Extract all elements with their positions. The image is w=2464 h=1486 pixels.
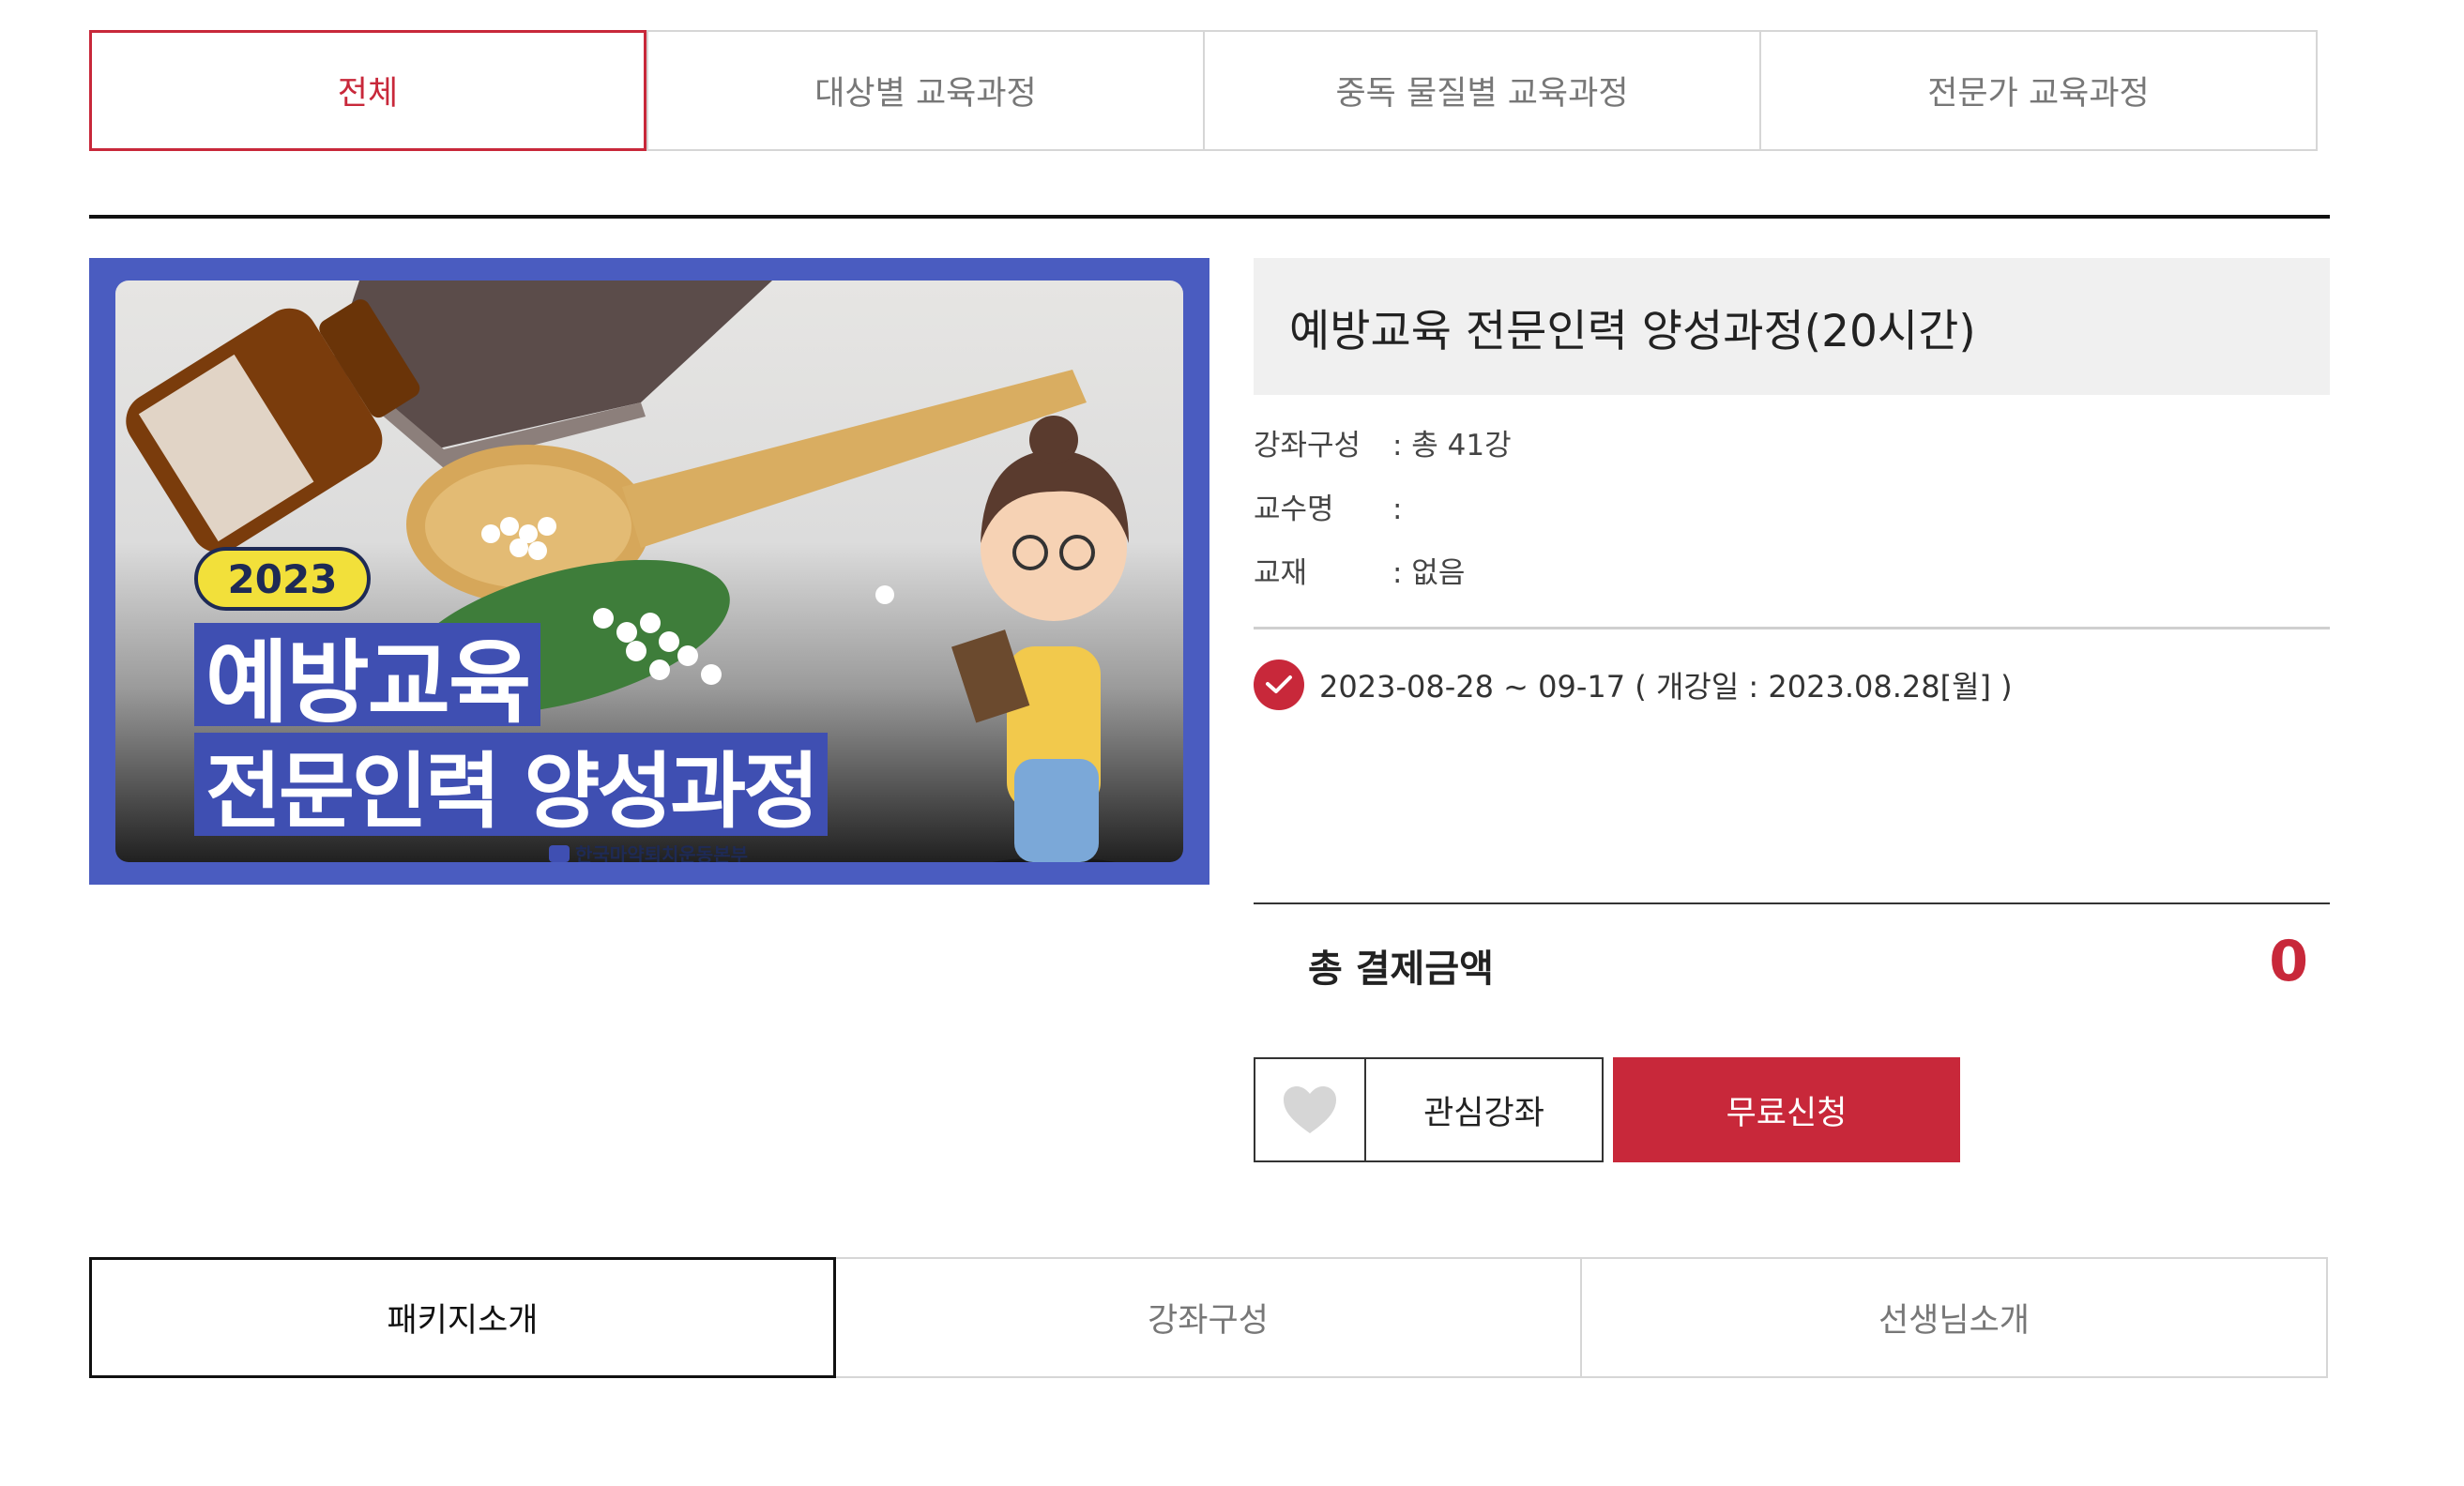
org-logo-icon xyxy=(549,844,570,862)
headline-line2-text: 전문인력 양성과정 xyxy=(205,742,819,840)
headline-line1-text: 예방교육 xyxy=(205,629,531,735)
info-row-lectures: 강좌구성 : 총 41강 xyxy=(1254,427,1512,464)
thumbnail-headline-line1: 예방교육 xyxy=(194,623,541,735)
free-apply-button[interactable]: 무료신청 xyxy=(1613,1057,1960,1162)
course-period: 2023-08-28 ~ 09-17 ( 개강일 : 2023.08.28[월]… xyxy=(1254,659,2013,711)
tab-by-substance[interactable]: 중독 물질별 교육과정 xyxy=(1203,30,1761,151)
tab-by-substance-label: 중독 물질별 교육과정 xyxy=(1335,75,1629,113)
tab-all[interactable]: 전체 xyxy=(89,30,646,151)
check-icon xyxy=(1254,660,1304,710)
info-label: 강좌구성 xyxy=(1254,429,1361,462)
wishlist-button[interactable]: 관심강좌 xyxy=(1254,1057,1604,1162)
year-badge: 2023 xyxy=(194,547,371,611)
org-logo: 한국마약퇴치운동본부 xyxy=(549,840,748,862)
tab-package-intro[interactable]: 패키지소개 xyxy=(89,1257,836,1378)
tab-teacher-intro-label: 선생님소개 xyxy=(1878,1302,2030,1340)
course-thumbnail: 2023 예방교육 전문인력 양성과정 한국마약퇴치운동본부 xyxy=(89,258,1209,885)
info-row-textbook: 교재 : 없음 xyxy=(1254,554,1465,592)
year-badge-text: 2023 xyxy=(227,555,338,602)
total-price-value: 0 xyxy=(2269,929,2308,994)
info-row-instructor: 교수명: xyxy=(1254,491,1402,528)
free-apply-label: 무료신청 xyxy=(1726,1094,1848,1132)
tab-by-target[interactable]: 대상별 교육과정 xyxy=(646,30,1205,151)
org-logo-text: 한국마약퇴치운동본부 xyxy=(575,843,748,862)
tab-lecture-composition[interactable]: 강좌구성 xyxy=(834,1257,1582,1378)
price-divider xyxy=(1254,902,2330,904)
tab-lecture-composition-label: 강좌구성 xyxy=(1148,1302,1269,1340)
info-label: 교재 xyxy=(1254,556,1308,590)
course-title: 예방교육 전문인력 양성과정(20시간) xyxy=(1289,305,1976,357)
total-price-label: 총 결제금액 xyxy=(1308,948,1494,991)
section-divider xyxy=(89,215,2330,219)
thumbnail-photo: 2023 예방교육 전문인력 양성과정 한국마약퇴치운동본부 xyxy=(115,281,1183,862)
course-title-box: 예방교육 전문인력 양성과정(20시간) xyxy=(1254,258,2330,395)
info-divider xyxy=(1254,627,2330,629)
tab-by-target-label: 대상별 교육과정 xyxy=(814,75,1037,113)
tab-all-label: 전체 xyxy=(337,75,399,113)
period-text: 2023-08-28 ~ 09-17 ( 개강일 : 2023.08.28[월]… xyxy=(1319,669,2013,705)
heart-icon xyxy=(1255,1059,1366,1160)
tab-teacher-intro[interactable]: 선생님소개 xyxy=(1580,1257,2328,1378)
thumbnail-headline-line2: 전문인력 양성과정 xyxy=(194,733,829,840)
info-value: : 총 41강 xyxy=(1392,429,1512,462)
tab-expert[interactable]: 전문가 교육과정 xyxy=(1759,30,2318,151)
info-label: 교수명 xyxy=(1254,493,1334,526)
info-value: : 없음 xyxy=(1392,556,1466,590)
tab-expert-label: 전문가 교육과정 xyxy=(1927,75,2150,113)
tab-package-intro-label: 패키지소개 xyxy=(387,1302,539,1340)
info-value: : xyxy=(1392,493,1403,526)
wishlist-label: 관심강좌 xyxy=(1423,1094,1544,1132)
